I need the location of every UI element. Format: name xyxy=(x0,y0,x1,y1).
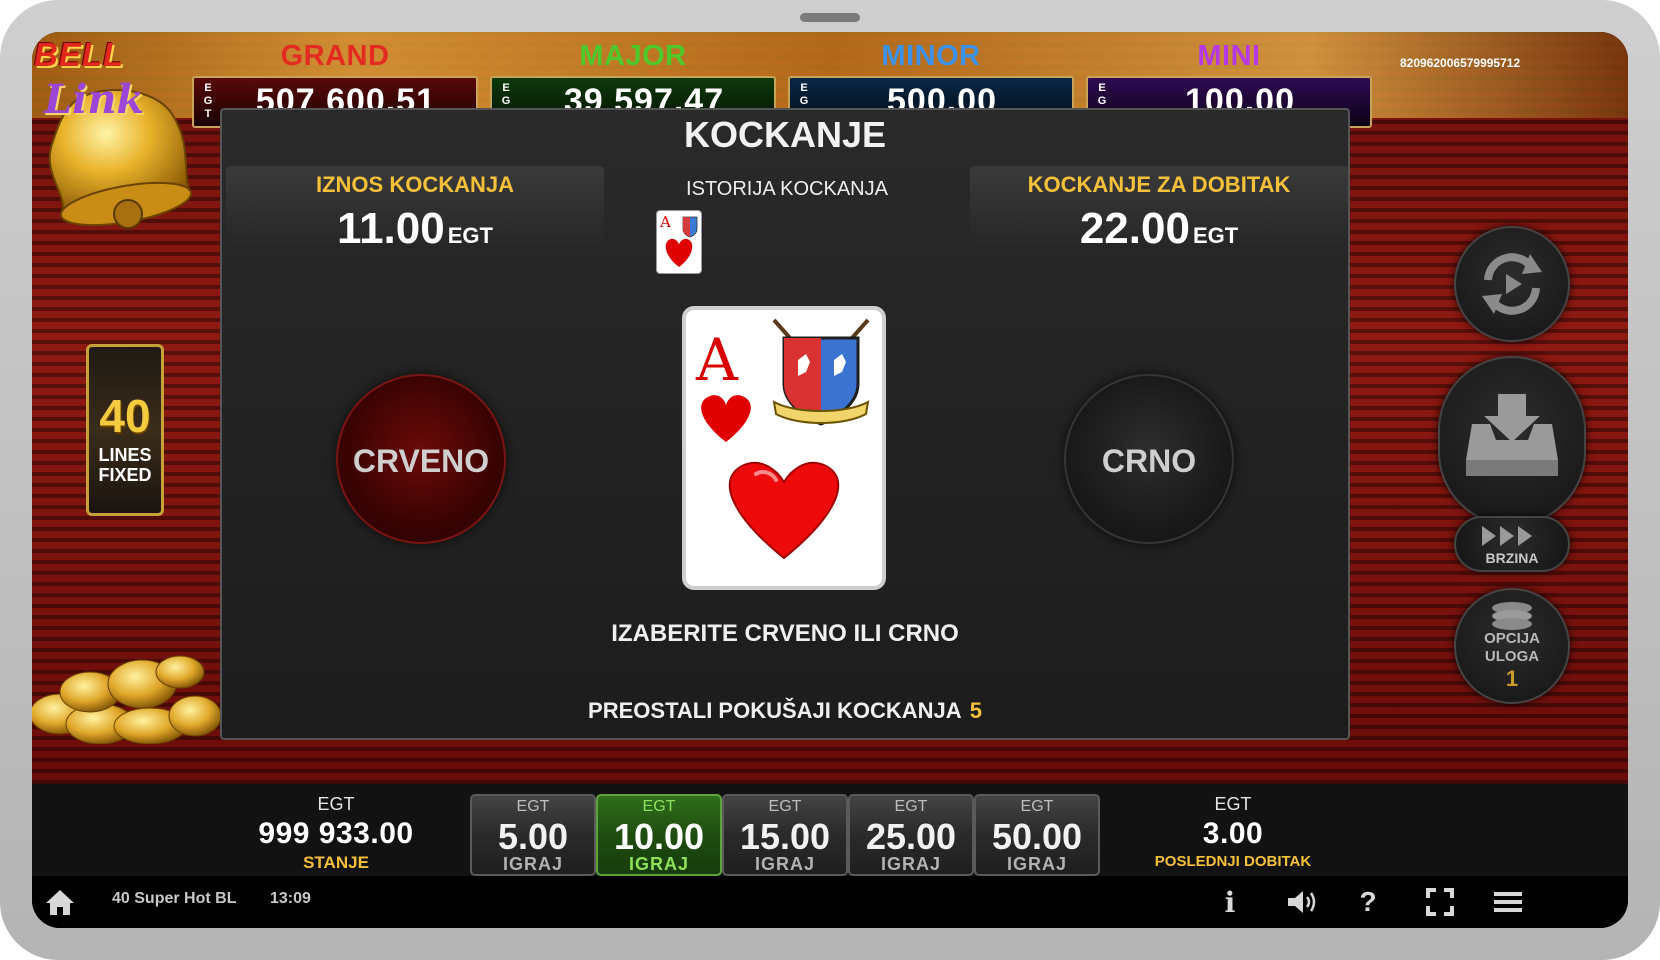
jackpot-currency: E G T xyxy=(203,82,213,120)
menu-icon[interactable] xyxy=(1492,886,1524,918)
last-win-value: 3.00 xyxy=(1202,817,1264,850)
bet-label: IGRAJ xyxy=(754,854,815,874)
bet-label: IGRAJ xyxy=(1006,854,1067,874)
gamble-to-win-currency: EGT xyxy=(1192,223,1239,248)
speed-label: BRZINA xyxy=(1485,550,1539,566)
bet-currency: EGT xyxy=(642,798,676,815)
device-frame: BELL Link GRAND E G T 507 600.51 MAJOR E… xyxy=(0,0,1660,960)
info-icon[interactable]: i xyxy=(1220,886,1240,919)
gold-coins-decoration xyxy=(32,655,222,744)
gamble-attempts-label: PREOSTALI POKUŠAJI KOCKANJA xyxy=(588,698,962,723)
svg-text:A: A xyxy=(695,326,739,394)
jackpot-title: GRAND xyxy=(280,40,390,72)
red-button[interactable]: CRVENO xyxy=(336,374,506,544)
gamble-to-win-value: 22.00 EGT xyxy=(970,204,1348,254)
gamble-stake-value: 11.00 EGT xyxy=(226,204,604,254)
balance-value: 999 933.00 xyxy=(258,817,414,850)
help-icon[interactable]: ? xyxy=(1358,886,1378,918)
fast-forward-icon xyxy=(1482,526,1532,546)
autoplay-button[interactable] xyxy=(1454,226,1570,342)
svg-text:A: A xyxy=(659,213,671,231)
collect-icon xyxy=(1466,394,1558,476)
stake-option-button[interactable]: OPCIJA ULOGA 1 xyxy=(1454,588,1570,704)
bet-button-10[interactable]: EGT 10.00 IGRAJ xyxy=(596,794,722,876)
home-icon[interactable] xyxy=(44,886,76,918)
logo-link-text: Link xyxy=(44,76,145,123)
black-button[interactable]: CRNO xyxy=(1064,374,1234,544)
device-notch xyxy=(800,13,860,22)
balance-currency: EGT xyxy=(317,794,355,814)
bet-currency: EGT xyxy=(516,798,550,815)
bet-button-5[interactable]: EGT 5.00 IGRAJ xyxy=(470,794,596,876)
gamble-to-win-box: KOCKANJE ZA DOBITAK 22.00 EGT xyxy=(970,166,1348,253)
bet-value: 25.00 xyxy=(865,816,957,857)
gamble-stake-currency: EGT xyxy=(447,223,493,248)
sound-icon[interactable] xyxy=(1284,886,1320,918)
coins-stack-icon xyxy=(1492,602,1532,630)
game-screen: BELL Link GRAND E G T 507 600.51 MAJOR E… xyxy=(32,32,1628,928)
bet-currency: EGT xyxy=(768,798,802,815)
stake-option-label-2: ULOGA xyxy=(1484,648,1540,665)
jackpot-grand: GRAND E G T 507 600.51 xyxy=(192,40,478,128)
bet-value: 50.00 xyxy=(991,816,1083,857)
bet-button-25[interactable]: EGT 25.00 IGRAJ xyxy=(848,794,974,876)
logo-bell-text: BELL xyxy=(34,36,125,73)
gamble-stake-box: IZNOS KOCKANJA 11.00 EGT xyxy=(226,166,604,253)
jackpot-title: MAJOR xyxy=(579,40,687,72)
bet-button-15[interactable]: EGT 15.00 IGRAJ xyxy=(722,794,848,876)
gamble-to-win-label: KOCKANJE ZA DOBITAK xyxy=(1027,172,1291,197)
bet-value: 10.00 xyxy=(613,816,705,857)
speed-button[interactable]: BRZINA xyxy=(1454,516,1570,572)
history-card-ace-hearts: A xyxy=(656,210,702,274)
balance-label: STANJE xyxy=(303,853,369,872)
fixed-label: FIXED xyxy=(98,465,152,485)
gamble-to-win-amount: 22.00 xyxy=(1079,204,1190,253)
jackpot-major: MAJOR E G T 39 597.47 xyxy=(490,40,776,128)
gamble-instruction: IZABERITE CRVENO ILI CRNO xyxy=(611,620,959,647)
bet-currency: EGT xyxy=(1020,798,1054,815)
jackpot-minor: MINOR E G T 500.00 xyxy=(788,40,1074,128)
status-bar: 40 Super Hot BL 13:09 i ? xyxy=(32,876,1628,928)
bet-label: IGRAJ xyxy=(880,854,941,874)
gamble-card: A xyxy=(682,306,886,590)
bottom-bar: EGT 999 933.00 STANJE EGT 5.00 IGRAJ EGT… xyxy=(32,784,1628,876)
gamble-attempts: PREOSTALI POKUŠAJI KOCKANJA 5 xyxy=(222,698,1348,724)
stake-option-value: 1 xyxy=(1505,666,1519,691)
bell-link-logo: BELL Link xyxy=(32,34,192,240)
ticket-id: 820962006579995712 xyxy=(1400,56,1521,70)
last-win-block: EGT 3.00 POSLEDNJI DOBITAK xyxy=(1138,794,1328,870)
bet-currency: EGT xyxy=(894,798,928,815)
ace-hearts-mini-icon: A xyxy=(659,213,698,267)
gamble-stake-amount: 11.00 xyxy=(337,204,445,253)
last-win-label: POSLEDNJI DOBITAK xyxy=(1154,853,1312,870)
jackpot-title: MINI xyxy=(1197,40,1261,72)
collect-button[interactable] xyxy=(1438,356,1586,526)
clock: 13:09 xyxy=(270,890,311,907)
game-name: 40 Super Hot BL xyxy=(112,890,237,907)
autoplay-icon xyxy=(1482,253,1542,315)
gamble-attempts-value: 5 xyxy=(969,698,982,723)
bet-value: 15.00 xyxy=(739,816,831,857)
stake-option-label: OPCIJA xyxy=(1484,630,1540,647)
gamble-title: KOCKANJE xyxy=(683,114,887,155)
last-win-currency: EGT xyxy=(1214,794,1252,814)
gamble-stake-label: IZNOS KOCKANJA xyxy=(315,172,514,197)
bet-value: 5.00 xyxy=(497,816,569,857)
lines-fixed-badge: 40 LINES FIXED xyxy=(86,344,164,516)
jackpot-title: MINOR xyxy=(881,40,981,72)
bet-label: IGRAJ xyxy=(628,854,689,874)
ace-of-hearts-card-icon: A xyxy=(695,318,870,560)
balance-block: EGT 999 933.00 STANJE xyxy=(246,794,426,873)
bet-button-50[interactable]: EGT 50.00 IGRAJ xyxy=(974,794,1100,876)
gamble-history-label: ISTORIJA KOCKANJA xyxy=(686,178,888,200)
lines-number: 40 xyxy=(99,390,151,442)
bet-label: IGRAJ xyxy=(502,854,563,874)
gamble-panel: KOCKANJE IZNOS KOCKANJA 11.00 EGT ISTORIJ… xyxy=(220,108,1350,740)
lines-label: LINES xyxy=(98,445,152,465)
jackpot-mini: MINI E G T 100.00 xyxy=(1086,40,1372,128)
fullscreen-icon[interactable] xyxy=(1424,886,1456,918)
